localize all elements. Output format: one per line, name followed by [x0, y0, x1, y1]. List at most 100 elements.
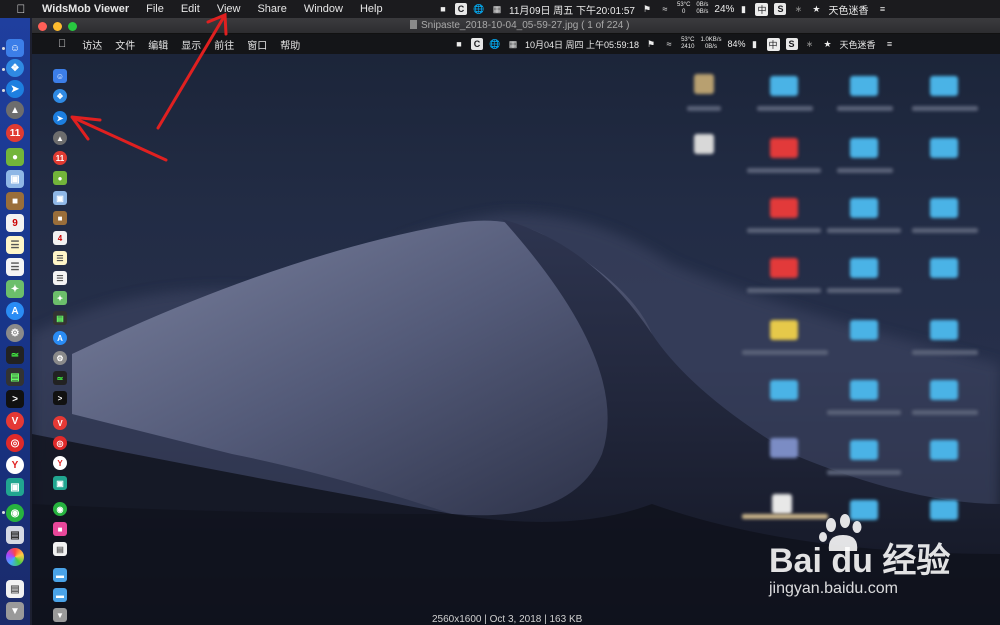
inner-network-widget: 1.0KB/s 0B/s	[700, 37, 721, 51]
apple-menu-icon[interactable]: 	[14, 2, 28, 16]
inner-app-store-icon: A	[53, 331, 67, 345]
running-indicator	[2, 511, 5, 514]
watermark-url: jingyan.baidu.com	[769, 580, 898, 597]
inner-launchpad-icon: ▲	[53, 131, 67, 145]
console-icon[interactable]: ▤	[6, 368, 24, 386]
green-app-icon[interactable]: ▣	[6, 478, 24, 496]
desktop-red-icon	[770, 198, 798, 218]
colorful-app-icon[interactable]	[6, 548, 24, 566]
inner-netease-icon: ◎	[53, 436, 67, 450]
inner-terminal-icon: >	[53, 391, 67, 405]
desktop-file-icon	[694, 74, 714, 94]
desktop-icon-label	[912, 350, 978, 355]
wifi-icon[interactable]: ≈	[659, 3, 671, 15]
desktop-icon-label	[747, 228, 821, 233]
inner-menu-help: 帮助	[272, 40, 300, 52]
wechat-icon[interactable]: ◉	[6, 504, 24, 522]
netease-music-icon[interactable]: ◎	[6, 434, 24, 452]
calendar-9-icon[interactable]: 9	[6, 214, 24, 232]
bluetooth-icon[interactable]: ∗	[792, 3, 804, 15]
desktop-folder-icon	[850, 198, 878, 218]
desktop-file-icon	[694, 134, 714, 154]
calendar-icon[interactable]: ▦	[491, 3, 503, 15]
desktop-folder-icon	[770, 380, 798, 400]
outer-dock: ☺ ❖ ➤ ▲ 11 ● ▣ ■ 9 ☰ ☰ ✦ A ⚙ ≃ ▤ > V ◎ Y…	[0, 18, 30, 625]
desktop-icon-label	[687, 106, 721, 111]
battery-icon[interactable]: ▮	[737, 3, 749, 15]
inner-user-name: 天色迷香	[839, 39, 876, 50]
desktop-icon-label	[837, 168, 893, 173]
desktop-icon-label	[912, 106, 978, 111]
battery-text[interactable]: 24%	[714, 4, 734, 15]
system-preferences-icon[interactable]: ⚙	[6, 324, 24, 342]
inner-net-down: 0B/s	[704, 44, 717, 50]
document-icon[interactable]: ▤	[6, 580, 24, 598]
inner-cpu-sub: 2410	[681, 44, 695, 50]
vivaldi-icon[interactable]: V	[6, 412, 24, 430]
menu-share[interactable]: Share	[257, 3, 286, 15]
user-name[interactable]: 天色迷香	[828, 2, 868, 17]
app-menu[interactable]: WidsMob Viewer	[42, 3, 129, 15]
baidu-watermark: Bai du 经验 jingyan.baidu.com	[769, 513, 994, 605]
desktop-folder-icon	[850, 76, 878, 96]
inner-menu-edit: 编辑	[140, 40, 168, 52]
inner-star-icon: ★	[823, 38, 832, 49]
finder-icon[interactable]: ☺	[6, 39, 24, 57]
s-app-icon[interactable]: S	[774, 3, 787, 15]
textedit-icon[interactable]: ☰	[6, 258, 24, 276]
c-app-icon[interactable]: C	[455, 3, 467, 15]
desktop-icon-label	[747, 168, 821, 173]
inner-calendar-icon: ▦	[508, 38, 518, 49]
desktop-folder-icon	[930, 258, 958, 278]
globe-icon[interactable]: 🌐	[473, 3, 485, 15]
desktop-folder-icon	[770, 76, 798, 96]
inner-dock: ☺ ❖ ➤ ▲ 11 ● ▣ ■ 4 ☰ ☰ ✦ ▤ A ⚙ ≃ > V ◎ Y	[50, 64, 70, 624]
launchpad-icon[interactable]: ▲	[6, 101, 24, 119]
menu-file[interactable]: File	[146, 3, 164, 15]
clock-text[interactable]: 11月09日 周五 下午20:01:57	[509, 2, 635, 17]
desktop-folder-icon	[930, 320, 958, 340]
cpu-sub: 0	[682, 9, 686, 15]
inner-calendar-app-icon: 11	[53, 151, 67, 165]
inner-folder-icon: ▬	[53, 568, 67, 582]
inner-globe-icon: 🌐	[489, 38, 501, 49]
star-icon[interactable]: ★	[810, 3, 822, 15]
activity-monitor-icon[interactable]: ≃	[6, 346, 24, 364]
notes-brown-icon[interactable]: ■	[6, 192, 24, 210]
inner-battery-text: 84%	[727, 39, 746, 49]
desktop-file-icon	[772, 494, 792, 514]
cpu-temp-widget[interactable]: 53°C 0	[677, 2, 690, 16]
inner-calendar-4-icon: 4	[53, 231, 67, 245]
minimize-button[interactable]	[53, 22, 62, 31]
network-widget[interactable]: 0B/s 0B/s	[696, 2, 708, 16]
app-store-icon[interactable]: A	[6, 302, 24, 320]
android-icon[interactable]: ●	[6, 148, 24, 166]
window-titlebar[interactable]: Snipaste_2018-10-04_05-59-27.jpg ( 1 of …	[32, 18, 1000, 34]
safari-icon[interactable]: ❖	[6, 59, 24, 77]
safari-compass-icon[interactable]: ➤	[6, 80, 24, 98]
menu-window[interactable]: Window	[304, 3, 343, 15]
list-menu-icon[interactable]: ≡	[876, 3, 888, 15]
flag-icon[interactable]: ⚑	[641, 3, 653, 15]
yandex-icon[interactable]: Y	[6, 456, 24, 474]
inner-cpu-temp: 53°C	[681, 37, 695, 43]
input-method-badge[interactable]: 中	[755, 2, 769, 16]
terminal-icon[interactable]: >	[6, 390, 24, 408]
calendar-app-icon[interactable]: 11	[6, 124, 24, 142]
running-indicator	[2, 68, 5, 71]
menu-view[interactable]: View	[217, 3, 241, 15]
screen-app-icon[interactable]: ▤	[6, 526, 24, 544]
trash-icon[interactable]: ▼	[6, 602, 24, 620]
maps-icon[interactable]: ✦	[6, 280, 24, 298]
menu-help[interactable]: Help	[360, 3, 383, 15]
inner-menu-view: 显示	[173, 40, 201, 52]
inner-menu-window: 窗口	[239, 40, 267, 52]
menu-edit[interactable]: Edit	[181, 3, 200, 15]
zoom-button[interactable]	[68, 22, 77, 31]
inner-pink-app-icon: ■	[53, 522, 67, 536]
message-icon[interactable]: ■	[437, 3, 449, 15]
close-button[interactable]	[38, 22, 47, 31]
preview-icon[interactable]: ▣	[6, 170, 24, 188]
watermark-logo-text: Bai du 经验	[769, 542, 951, 580]
notes-icon[interactable]: ☰	[6, 236, 24, 254]
